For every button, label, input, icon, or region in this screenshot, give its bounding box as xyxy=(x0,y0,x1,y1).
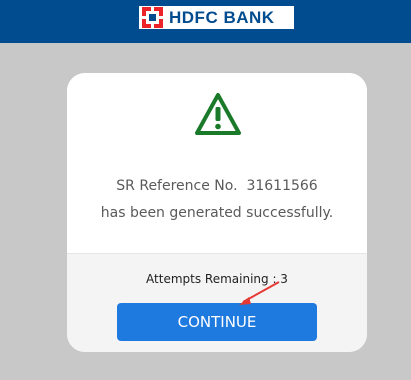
annotation-arrow-icon xyxy=(239,281,280,305)
status-dialog: SR Reference No. 31611566 has been gener… xyxy=(67,73,367,352)
header-bar: HDFC BANK xyxy=(0,0,411,43)
success-message-text: has been generated successfully. xyxy=(100,205,334,221)
hdfc-bank-logo: HDFC BANK xyxy=(138,5,295,30)
hdfc-logo-mark-icon xyxy=(142,7,163,28)
logo-text: HDFC BANK xyxy=(169,7,275,27)
attempts-remaining-text: Attempts Remaining : 3 xyxy=(146,272,288,286)
dialog-body: SR Reference No. 31611566 has been gener… xyxy=(67,73,367,253)
sr-reference-text: SR Reference No. 31611566 xyxy=(116,178,318,194)
warning-triangle-icon xyxy=(195,93,241,135)
continue-button[interactable]: CONTINUE xyxy=(117,303,317,341)
